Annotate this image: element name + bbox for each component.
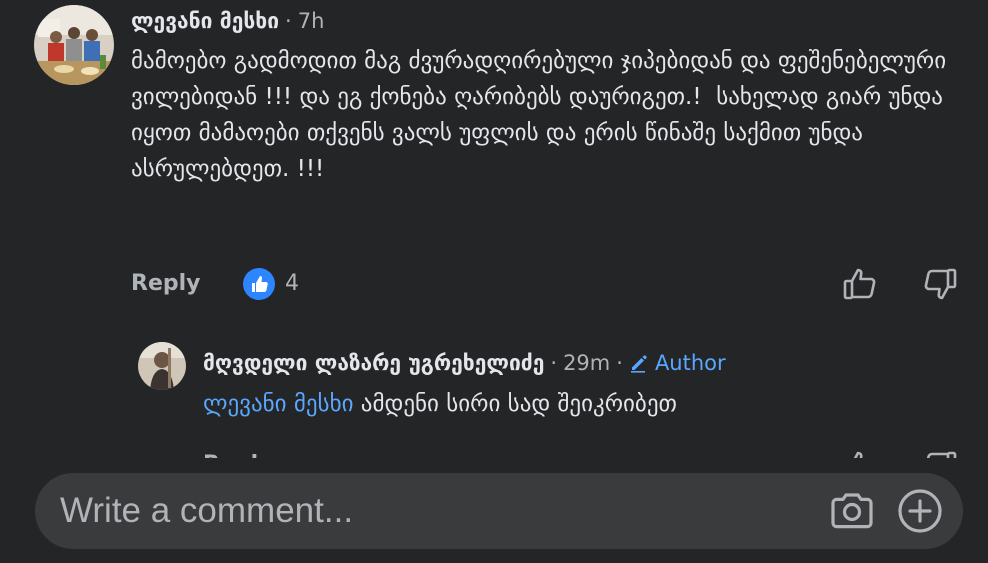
meta-separator: · — [616, 351, 623, 375]
author-badge-label: Author — [654, 351, 726, 375]
comment-header: ლევანი მესხი · 7h — [131, 6, 324, 36]
reply-body: ამდენი სირი სად შეიკრიბეთ — [353, 391, 677, 417]
pencil-icon — [630, 355, 647, 373]
camera-icon[interactable] — [828, 487, 876, 535]
comment-author-name[interactable]: ლევანი მესხი — [131, 9, 279, 33]
commenter-avatar[interactable] — [34, 5, 114, 85]
comment-text: მამოებო გადმოდით მაგ ძვურადღირებული ჯიპე… — [131, 48, 954, 182]
reply-button[interactable]: Reply — [131, 268, 201, 300]
meta-separator: · — [285, 9, 292, 33]
author-badge: Author — [629, 351, 726, 375]
plus-circle-icon[interactable] — [896, 487, 944, 535]
reply-text: ლევანი მესხი ამდენი სირი სად შეიკრიბეთ — [203, 387, 963, 421]
comment-timestamp[interactable]: 7h — [298, 9, 325, 33]
mention-link[interactable]: ლევანი მესხი — [203, 391, 354, 417]
reply-header: მღვდელი ლაზარე უგრეხელიძე · 29m · Author — [203, 348, 726, 378]
thumbs-up-icon[interactable] — [842, 266, 878, 302]
thumbs-down-icon[interactable] — [922, 266, 958, 302]
reply-author-avatar[interactable] — [138, 342, 186, 390]
reply-timestamp[interactable]: 29m — [563, 351, 610, 375]
comment-input[interactable] — [60, 483, 800, 539]
reaction-count[interactable]: 4 — [285, 268, 299, 300]
like-reaction-icon[interactable] — [243, 268, 275, 300]
meta-separator: · — [550, 351, 558, 375]
reply-author-name[interactable]: მღვდელი ლაზარე უგრეხელიძე — [203, 351, 544, 375]
